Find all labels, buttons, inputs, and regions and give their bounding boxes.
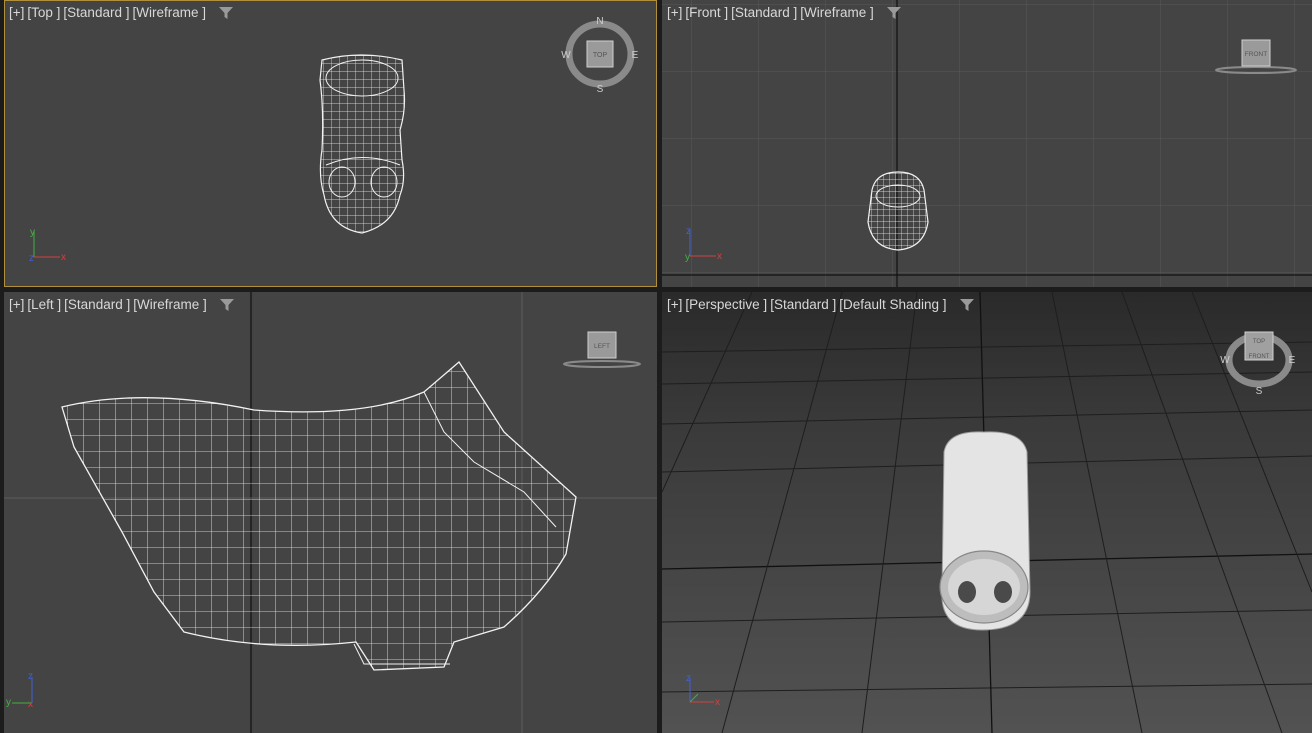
viewport-left-preset-menu[interactable]: [Standard ] [64, 297, 130, 312]
svg-text:W: W [1220, 355, 1230, 366]
viewport-perspective-preset-menu[interactable]: [Standard ] [770, 297, 836, 312]
viewport-front-view-menu[interactable]: [Front ] [685, 5, 728, 20]
viewport-front-label: [+] [Front ] [Standard ] [Wireframe ] [667, 5, 901, 20]
viewcube-perspective-front-face: FRONT [1249, 354, 1270, 360]
svg-text:z: z [28, 671, 33, 682]
viewport-perspective[interactable]: TOP FRONT E W S [+] [Perspective ] [Stan… [662, 292, 1312, 733]
svg-text:N: N [596, 16, 603, 27]
viewport-left-plus-menu[interactable]: [+] [9, 297, 24, 312]
viewport-perspective-shading-menu[interactable]: [Default Shading ] [839, 297, 946, 312]
viewport-left-view-menu[interactable]: [Left ] [27, 297, 61, 312]
svg-text:y: y [6, 697, 11, 708]
svg-text:y: y [685, 252, 690, 262]
wireframe-mesh-left [61, 361, 577, 671]
filter-icon[interactable] [959, 298, 974, 311]
filter-icon[interactable] [218, 6, 233, 19]
svg-text:z: z [29, 253, 34, 264]
svg-text:z: z [686, 226, 691, 237]
viewcube-perspective[interactable]: TOP FRONT E W S [1219, 322, 1299, 398]
svg-text:y: y [30, 227, 35, 238]
shaded-mesh-perspective[interactable] [939, 431, 1031, 631]
perspective-grid [662, 292, 1312, 733]
svg-text:E: E [1289, 355, 1296, 366]
viewport-perspective-plus-menu[interactable]: [+] [667, 297, 682, 312]
svg-text:z: z [686, 673, 691, 684]
viewport-left[interactable]: LEFT [+] [Left ] [Standard ] [Wireframe … [4, 292, 657, 733]
svg-text:x: x [717, 251, 722, 262]
viewcube-perspective-top-face: TOP [1253, 339, 1265, 345]
svg-text:W: W [561, 50, 571, 61]
viewport-perspective-view-menu[interactable]: [Perspective ] [685, 297, 767, 312]
filter-icon[interactable] [886, 6, 901, 19]
viewcube-front-face: FRONT [1245, 51, 1267, 58]
viewport-front[interactable]: FRONT [+] [Front ] [Standard ] [Wirefram… [662, 0, 1312, 287]
viewcube-left[interactable]: LEFT [560, 328, 644, 372]
viewcube-top-face: TOP [593, 52, 608, 59]
viewport-front-plus-menu[interactable]: [+] [667, 5, 682, 20]
viewport-top-plus-menu[interactable]: [+] [9, 5, 24, 20]
axis-tripod-perspective: z x [686, 673, 720, 708]
viewport-top-preset-menu[interactable]: [Standard ] [63, 5, 129, 20]
svg-text:S: S [597, 84, 604, 94]
viewport-left-label: [+] [Left ] [Standard ] [Wireframe ] [9, 297, 234, 312]
viewport-top-label: [+] [Top ] [Standard ] [Wireframe ] [9, 5, 233, 20]
svg-text:E: E [632, 50, 639, 61]
svg-text:x: x [715, 697, 720, 708]
viewport-left-shading-menu[interactable]: [Wireframe ] [133, 297, 207, 312]
viewport-perspective-label: [+] [Perspective ] [Standard ] [Default … [667, 297, 974, 312]
axis-tripod-front: z x y [685, 226, 722, 262]
viewport-front-preset-menu[interactable]: [Standard ] [731, 5, 797, 20]
svg-text:x: x [61, 252, 66, 263]
viewport-front-shading-menu[interactable]: [Wireframe ] [800, 5, 874, 20]
axis-tripod-left: z y x [6, 671, 33, 709]
viewport-top-view-menu[interactable]: [Top ] [27, 5, 60, 20]
axis-tripod-top: y x z [29, 227, 66, 264]
viewcube-left-face: LEFT [594, 343, 610, 350]
viewport-top[interactable]: [+] [Top ] [Standard ] [Wireframe ] TOP … [4, 0, 657, 287]
svg-text:S: S [1256, 386, 1263, 397]
viewport-top-shading-menu[interactable]: [Wireframe ] [132, 5, 206, 20]
viewcube-front[interactable]: FRONT [1214, 36, 1298, 80]
svg-text:x: x [28, 699, 33, 709]
viewcube-top[interactable]: TOP N S E W [560, 14, 640, 94]
filter-icon[interactable] [219, 298, 234, 311]
